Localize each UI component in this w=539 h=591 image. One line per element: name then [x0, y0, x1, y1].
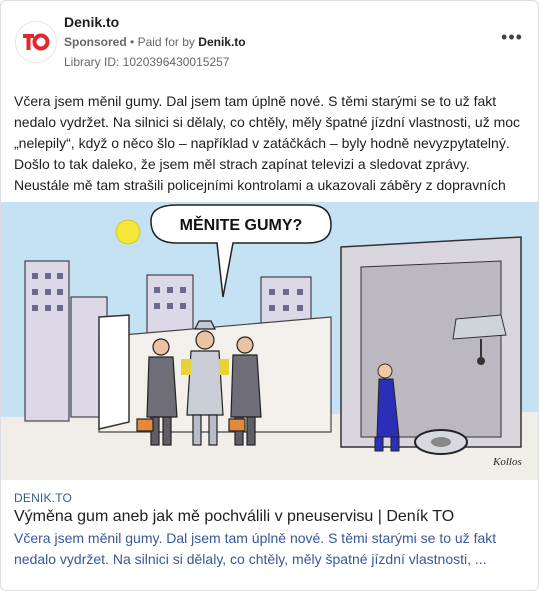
page-avatar[interactable]	[15, 21, 57, 63]
library-id: Library ID: 1020396430015257	[64, 55, 230, 69]
paid-for-name[interactable]: Denik.to	[198, 35, 245, 49]
denik-logo-icon	[23, 33, 50, 51]
link-description[interactable]: Včera jsem měnil gumy. Dal jsem tam úpln…	[14, 528, 526, 570]
separator-dot: •	[130, 35, 135, 49]
cartoon-signature: Kollos	[492, 456, 522, 468]
paid-for-label: Paid for by	[137, 35, 195, 49]
link-domain[interactable]: DENIK.TO	[14, 491, 72, 505]
ad-header: Denik.to Sponsored • Paid for by Denik.t…	[15, 14, 524, 74]
ad-card: Denik.to Sponsored • Paid for by Denik.t…	[0, 0, 539, 591]
sponsored-label: Sponsored	[64, 35, 127, 49]
cartoon-illustration: MĚNITE GUMY? Kollos	[1, 197, 538, 480]
ad-image[interactable]: MĚNITE GUMY? Kollos	[1, 197, 538, 480]
sponsored-line: Sponsored • Paid for by Denik.to	[64, 35, 246, 49]
more-dots-icon: •••	[501, 27, 523, 47]
link-title[interactable]: Výměna gum aneb jak mě pochválili v pneu…	[14, 508, 526, 526]
speech-bubble-text: MĚNITE GUMY?	[180, 215, 303, 234]
more-options-button[interactable]: •••	[500, 28, 524, 48]
page-name[interactable]: Denik.to	[64, 14, 119, 30]
